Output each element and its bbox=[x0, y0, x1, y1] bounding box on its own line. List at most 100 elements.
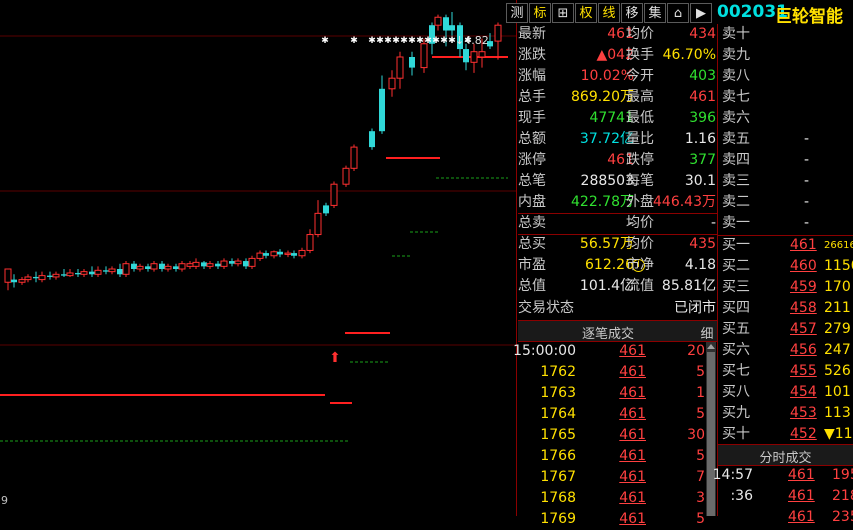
buy-row[interactable]: 买八 454 101 bbox=[722, 382, 853, 403]
quote-label: 均价 bbox=[626, 26, 654, 42]
candle-body bbox=[248, 257, 256, 267]
candle-body bbox=[186, 263, 194, 267]
tick-price: 461 bbox=[619, 406, 646, 422]
sell-label: 卖四 bbox=[722, 152, 750, 168]
toolbar-button-0[interactable]: 测 bbox=[506, 3, 528, 23]
sell-label: 卖六 bbox=[722, 110, 750, 126]
quote-label: 每笔 bbox=[626, 173, 654, 189]
buy-price: 459 bbox=[790, 279, 817, 295]
buy-row[interactable]: 买七 455 526 bbox=[722, 361, 853, 382]
candle-body bbox=[108, 268, 116, 273]
sell-row[interactable]: 卖三 - bbox=[722, 171, 853, 192]
tick-volume: 5 bbox=[696, 448, 705, 464]
candle-body bbox=[350, 146, 358, 169]
quote-value: 46.70% bbox=[662, 47, 716, 63]
quote-value: - bbox=[710, 215, 716, 231]
quote-label: 涨停 bbox=[518, 152, 546, 168]
candle-body bbox=[388, 77, 396, 90]
tick-volume: 5 bbox=[696, 511, 705, 527]
candle-body bbox=[342, 167, 350, 185]
tick-scrollbar[interactable] bbox=[706, 342, 716, 516]
buy-row[interactable]: 买六 456 247 bbox=[722, 340, 853, 361]
tick-detail-button[interactable]: 细 bbox=[698, 323, 716, 342]
chart-divider bbox=[516, 0, 517, 516]
buy-label: 买五 bbox=[722, 321, 750, 337]
buy-price: 461 bbox=[790, 237, 817, 253]
quote-value: 422.78万 bbox=[571, 194, 634, 210]
sell-label: 卖五 bbox=[722, 131, 750, 147]
toolbar-button-3[interactable]: 权 bbox=[575, 3, 597, 23]
buy-row[interactable]: 买九 453 113 bbox=[722, 403, 853, 424]
signal-marker: ✱ bbox=[384, 36, 392, 46]
scroll-thumb[interactable] bbox=[707, 352, 715, 516]
tick-volume: 5 bbox=[696, 406, 705, 422]
sell-row[interactable]: 卖四 - bbox=[722, 150, 853, 171]
sell-row[interactable]: 卖九 bbox=[722, 45, 853, 66]
quote-value: 435 bbox=[689, 236, 716, 252]
sell-row[interactable]: 卖七 bbox=[722, 87, 853, 108]
buy-row[interactable]: 买三 459 170 bbox=[722, 277, 853, 298]
tick-row: 1762 461 5 bbox=[518, 362, 706, 383]
buy-price: 454 bbox=[790, 384, 817, 400]
toolbar-button-2[interactable]: ⊞ bbox=[552, 3, 574, 23]
toolbar-button-6[interactable]: 集 bbox=[644, 3, 666, 23]
timeshare-header[interactable]: 分时成交 bbox=[718, 444, 853, 466]
timeshare-row: :36 461 218 bbox=[722, 486, 853, 507]
toolbar-button-8[interactable]: ▶ bbox=[690, 3, 712, 23]
quote-row: 总卖 - 均价 - bbox=[518, 213, 717, 234]
buy-volume: 247 bbox=[824, 342, 851, 358]
candle-body bbox=[234, 260, 242, 265]
candle-body bbox=[66, 272, 74, 277]
sell-label: 卖二 bbox=[722, 194, 750, 210]
candlestick-chart[interactable]: ✱ ✱ ✱ ✱ ✱ ✱ ✱ ✱ ✱ ✱ ✱ ✱ ✱ ✱ ⬆ ↓4.82 9 bbox=[0, 0, 516, 516]
sell-row[interactable]: 卖五 - bbox=[722, 129, 853, 150]
sell-row[interactable]: 卖十 bbox=[722, 24, 853, 45]
buy-row[interactable]: 买十 452 ▼115 bbox=[722, 424, 853, 445]
sell-row[interactable]: 卖一 - bbox=[722, 213, 853, 234]
candle-body bbox=[330, 183, 338, 206]
ts-price: 461 bbox=[788, 509, 815, 525]
quote-row: 内盘 422.78万 外盘 446.43万 bbox=[518, 192, 717, 213]
buy-volume: 1150 bbox=[824, 258, 853, 274]
candle-body bbox=[206, 263, 214, 267]
quote-label: 流值 bbox=[626, 278, 654, 294]
candle-body bbox=[449, 25, 455, 31]
toolbar-button-5[interactable]: 移 bbox=[621, 3, 643, 23]
quote-label: 今开 bbox=[626, 68, 654, 84]
toolbar-button-1[interactable]: 标 bbox=[529, 3, 551, 23]
quote-value: 4.18 bbox=[684, 257, 716, 273]
quote-row: 涨跌 ▲042 换手 46.70% bbox=[518, 45, 717, 66]
sell-row[interactable]: 卖六 bbox=[722, 108, 853, 129]
buy-row[interactable]: 买四 458 211 bbox=[722, 298, 853, 319]
sell-label: 卖七 bbox=[722, 89, 750, 105]
buy-row[interactable]: 买二 460 1150 bbox=[722, 256, 853, 277]
scroll-up-icon[interactable] bbox=[707, 344, 715, 349]
toolbar-button-4[interactable]: 线 bbox=[598, 3, 620, 23]
candle-body bbox=[470, 51, 478, 63]
tick-price: 461 bbox=[619, 469, 646, 485]
ts-volume: 218 bbox=[832, 488, 853, 504]
signal-marker: ✱ bbox=[408, 36, 416, 46]
candle-body bbox=[270, 251, 278, 257]
buy-price: 455 bbox=[790, 363, 817, 379]
ts-time: :36 bbox=[730, 488, 753, 504]
candle-body bbox=[80, 271, 88, 275]
sell-row[interactable]: 卖八 bbox=[722, 66, 853, 87]
tick-time: 15:00:00 bbox=[513, 343, 576, 359]
buy-price: 460 bbox=[790, 258, 817, 274]
candle-body bbox=[159, 263, 165, 269]
tick-title: 逐笔成交 bbox=[581, 327, 634, 342]
up-arrow-icon: ⬆ bbox=[329, 350, 341, 366]
buy-row[interactable]: 买五 457 279 bbox=[722, 319, 853, 340]
buy-volume: 170 bbox=[824, 279, 851, 295]
sell-row[interactable]: 卖二 - bbox=[722, 192, 853, 213]
toolbar-button-7[interactable]: ⌂ bbox=[667, 3, 689, 23]
sell-price: - bbox=[804, 194, 810, 210]
sell-price: - bbox=[804, 152, 810, 168]
candle-body bbox=[24, 276, 32, 281]
tick-price: 461 bbox=[619, 511, 646, 527]
quote-label: 涨幅 bbox=[518, 68, 546, 84]
buy-row[interactable]: 买一 461 26616 bbox=[722, 235, 853, 256]
buy-price: 452 bbox=[790, 426, 817, 442]
tick-header[interactable]: 逐笔成交 细 bbox=[518, 320, 717, 342]
